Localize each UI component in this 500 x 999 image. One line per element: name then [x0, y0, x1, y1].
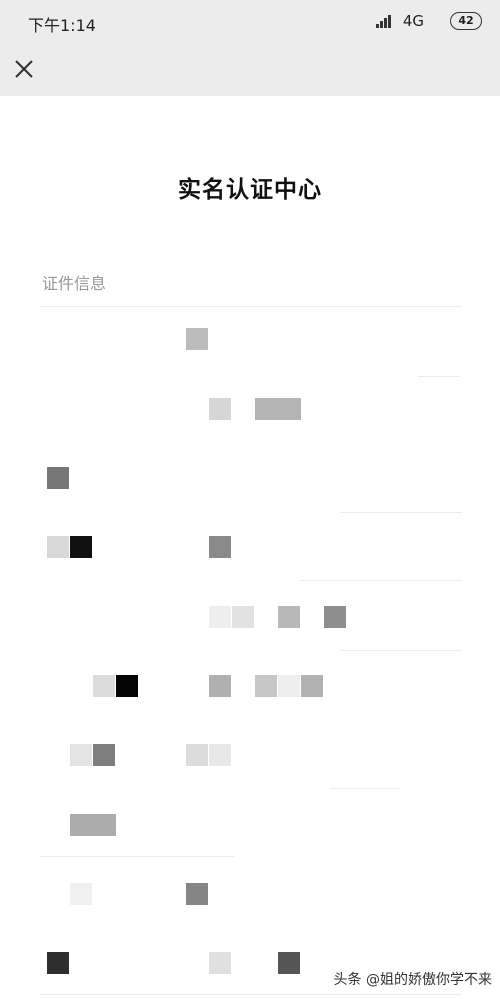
- divider: [40, 856, 234, 857]
- redacted-block: [209, 398, 231, 420]
- redacted-block: [324, 606, 346, 628]
- section-label: 证件信息: [42, 274, 107, 293]
- divider: [340, 650, 462, 651]
- redacted-block: [47, 536, 69, 558]
- redacted-block: [209, 675, 231, 697]
- status-time: 下午1:14: [28, 16, 96, 35]
- battery-icon: 42: [450, 12, 482, 30]
- divider: [330, 788, 400, 789]
- redacted-block: [255, 675, 277, 697]
- redacted-block: [278, 606, 300, 628]
- redacted-block: [116, 675, 138, 697]
- close-icon: [15, 60, 33, 78]
- redacted-block: [278, 675, 300, 697]
- redacted-block: [47, 952, 69, 974]
- divider: [40, 994, 462, 995]
- divider: [340, 512, 462, 513]
- status-bar: 下午1:14 4G 42: [0, 0, 500, 44]
- redacted-block: [186, 883, 208, 905]
- divider: [40, 306, 462, 307]
- redacted-block: [93, 744, 115, 766]
- divider: [418, 376, 460, 377]
- nav-bar: [0, 44, 500, 96]
- network-type: 4G: [402, 12, 424, 30]
- watermark: 头条 @姐的娇傲你学不来: [333, 972, 492, 988]
- redacted-block: [255, 398, 301, 420]
- redacted-block: [209, 952, 231, 974]
- close-button[interactable]: [8, 53, 40, 85]
- redacted-block: [70, 814, 116, 836]
- redacted-block: [70, 744, 92, 766]
- redacted-block: [209, 744, 231, 766]
- redacted-block: [278, 952, 300, 974]
- redacted-block: [232, 606, 254, 628]
- redacted-block: [93, 675, 115, 697]
- redacted-block: [47, 467, 69, 489]
- page-title: 实名认证中心: [178, 177, 322, 203]
- redacted-block: [186, 744, 208, 766]
- redacted-block: [186, 328, 208, 350]
- redacted-block: [301, 675, 323, 697]
- redacted-block: [70, 536, 92, 558]
- redacted-block: [209, 606, 231, 628]
- divider: [300, 580, 462, 581]
- signal-icon: [376, 14, 394, 28]
- redacted-block: [70, 883, 92, 905]
- redacted-block: [209, 536, 231, 558]
